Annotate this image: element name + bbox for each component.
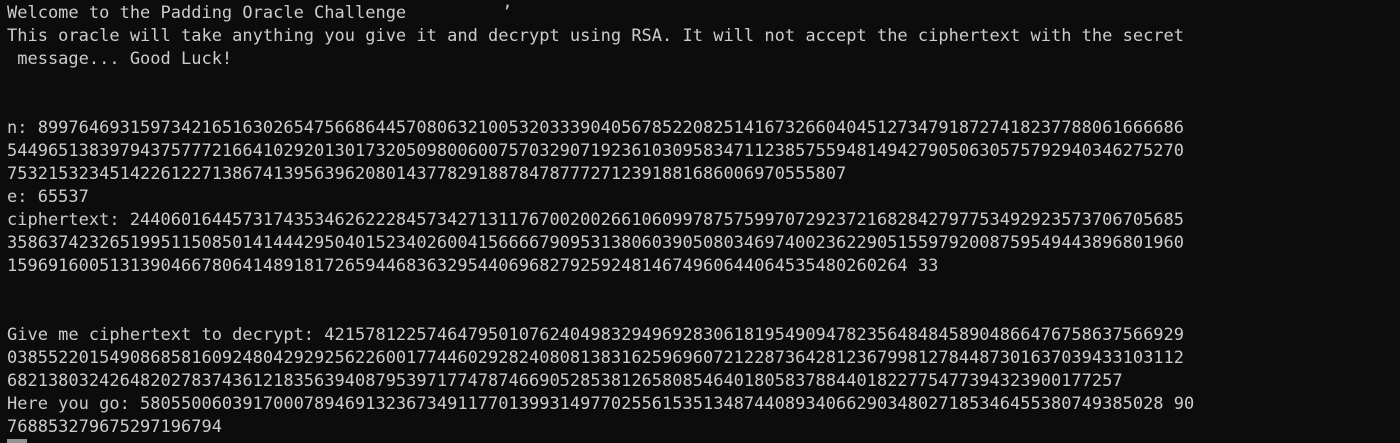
ciphertext-line-1: ciphertext: 2440601644573174353462622284… [7, 210, 1185, 230]
modulus-line-2: 5449651383979437577721664102920130173205… [7, 141, 1185, 161]
clipped-bottom-text [7, 439, 27, 443]
input-prompt-line-1: Give me ciphertext to decrypt: 421578122… [7, 325, 1185, 345]
exponent-line: e: 65537 [7, 187, 89, 207]
welcome-line: Welcome to the Padding Oracle Challenge [7, 3, 407, 23]
ciphertext-line-2: 3586374232651995115085014144429504015234… [7, 233, 1185, 253]
clipped-top-text: ` ` , [400, 0, 513, 12]
input-prompt-line-3: 6821380324264820278374361218356394087953… [7, 371, 1123, 391]
output-line-2: 768853279675297196794 [7, 417, 222, 437]
ciphertext-line-3: 1596916005131390466780641489181726594468… [7, 256, 939, 276]
description-line-2: message... Good Luck! [7, 49, 233, 69]
input-prompt-line-2: 0385522015490868581609248042929256226001… [7, 348, 1185, 368]
modulus-line-3: 7532153234514226122713867413956396208014… [7, 164, 847, 184]
description-line-1: This oracle will take anything you give … [7, 26, 1185, 46]
modulus-line-1: n: 8997646931597342165163026547566864457… [7, 118, 1185, 138]
terminal-window[interactable]: ` ` , Welcome to the Padding Oracle Chal… [0, 0, 1400, 443]
output-line-1: Here you go: 580550060391700078946913236… [7, 394, 1195, 414]
